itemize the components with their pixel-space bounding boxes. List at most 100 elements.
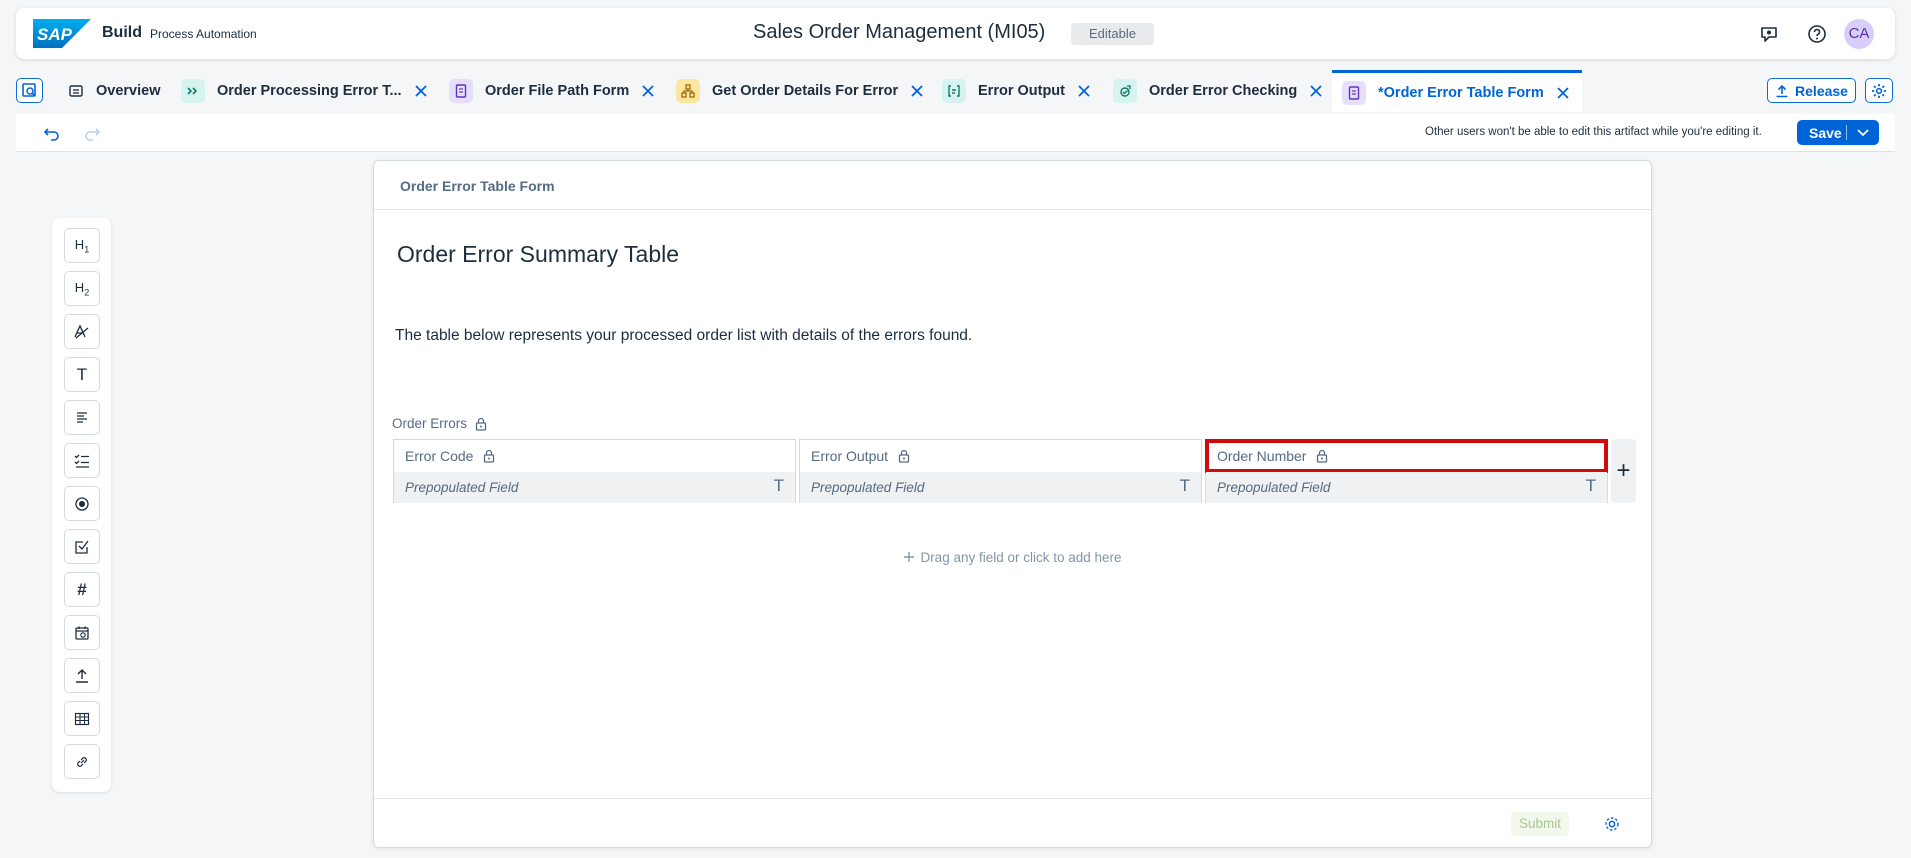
submit-button[interactable]: Submit [1511,812,1569,836]
link-icon [77,756,87,767]
upload-element-button[interactable] [64,658,100,693]
column-cell[interactable]: Prepopulated Field T [1206,472,1607,503]
table-column-error-code[interactable]: Error Code Prepopulated Field T [393,439,796,503]
text-input-element-button[interactable]: T [64,357,100,392]
output-icon [942,79,966,103]
heading1-element-button[interactable]: H1 [64,228,100,263]
radio-element-button[interactable] [64,486,100,521]
close-icon[interactable] [414,84,428,98]
drop-hint-text: Drag any field or click to add here [920,550,1122,565]
column-header[interactable]: Error Output [800,440,1201,472]
radio-icon [75,496,89,511]
undo-icon[interactable] [42,123,62,143]
release-button[interactable]: Release [1767,78,1856,103]
paragraph-element-button[interactable] [64,400,100,435]
number-icon: # [77,579,87,599]
brand-name: Build [102,24,142,41]
process-icon [181,79,205,103]
help-icon[interactable] [1806,23,1828,45]
table-icon [74,712,90,725]
link-element-button[interactable] [64,744,100,779]
save-button[interactable]: Save [1797,120,1879,145]
column-header-label: Order Number [1217,448,1307,464]
tab-order-file-path-form[interactable]: Order File Path Form [449,70,655,112]
table-label-text: Order Errors [392,416,468,431]
column-header-selected[interactable]: Order Number [1205,439,1608,473]
tab-overview-toggle-button[interactable] [16,78,43,103]
tab-error-output[interactable]: Error Output [942,70,1091,112]
plus-icon: + [1616,457,1631,484]
tab-overview[interactable]: Overview [68,70,161,112]
tab-order-error-table-form[interactable]: *Order Error Table Form [1332,70,1582,112]
tab-label: Get Order Details For Error [712,83,899,99]
tab-order-error-checking[interactable]: Order Error Checking [1113,70,1323,112]
checkbox-element-button[interactable] [64,529,100,564]
form-icon [1342,80,1366,105]
form-description-paragraph[interactable]: The table below represents your processe… [395,327,972,345]
shell-bar: SAP Build Process Automation Sales Order… [16,8,1895,59]
lock-icon [898,449,910,463]
divider [1846,125,1847,140]
sap-logo[interactable]: SAP [33,19,91,48]
save-label: Save [1809,124,1842,141]
number-element-button[interactable]: # [64,572,100,607]
form-title-heading[interactable]: Order Error Summary Table [397,241,679,268]
close-icon[interactable] [1556,86,1570,100]
text-style-element-button[interactable] [64,314,100,349]
column-header-label: Error Code [405,448,474,464]
form-icon [449,79,473,103]
lock-icon [475,417,487,431]
lock-icon [1317,449,1328,463]
close-icon[interactable] [910,84,924,98]
heading2-element-button[interactable]: H2 [64,271,100,306]
checkbox-icon [75,540,89,554]
tab-label: Overview [96,83,161,99]
cell-placeholder: Prepopulated Field [1217,480,1331,495]
tab-order-processing[interactable]: Order Processing Error T... [181,70,428,112]
user-avatar[interactable]: CA [1844,19,1874,49]
column-cell[interactable]: Prepopulated Field T [394,472,795,503]
table-label[interactable]: Order Errors [392,416,487,431]
form-footer: Submit [374,798,1651,848]
paragraph-icon [77,411,87,423]
edit-lock-message: Other users won't be able to edit this a… [1425,126,1762,138]
table-element-button[interactable] [64,701,100,736]
checklist-element-button[interactable] [64,443,100,478]
project-title: Sales Order Management (MI05) [753,21,1046,43]
heading2-icon: H2 [74,279,90,298]
cell-placeholder: Prepopulated Field [811,480,925,495]
column-header-label: Error Output [811,448,889,464]
status-badge: Editable [1071,23,1154,45]
release-label: Release [1795,82,1848,99]
table-column-order-number[interactable]: Order Number Prepopulated Field T [1205,439,1608,503]
feedback-icon[interactable] [1758,23,1780,45]
text-input-icon: T [76,364,88,384]
close-icon[interactable] [1309,84,1323,98]
settings-button[interactable] [1865,78,1893,103]
product-name: Process Automation [150,27,257,41]
column-header[interactable]: Error Code [394,440,795,472]
add-column-button[interactable]: + [1611,439,1636,503]
close-icon[interactable] [1077,84,1091,98]
heading1-icon: H1 [74,236,90,255]
tab-label: Order File Path Form [485,83,630,99]
table-column-error-output[interactable]: Error Output Prepopulated Field T [799,439,1202,503]
tab-label: Error Output [978,83,1065,99]
upload-icon [1776,84,1788,97]
lock-icon [484,449,495,463]
close-icon[interactable] [641,84,655,98]
date-element-button[interactable] [64,615,100,650]
tab-label: Order Error Checking [1149,83,1298,99]
overview-icon [69,85,83,97]
upload-icon [76,668,88,683]
element-palette: H1 H2 T # [52,218,111,792]
checklist-icon [74,454,89,468]
add-field-drop-zone[interactable]: Drag any field or click to add here [374,550,1651,565]
chevron-down-icon[interactable] [1847,128,1879,137]
cell-placeholder: Prepopulated Field [405,480,519,495]
gear-icon[interactable] [1603,815,1621,833]
redo-icon[interactable] [82,123,102,143]
tab-get-order-details[interactable]: Get Order Details For Error [676,70,924,112]
text-type-icon: T [773,476,784,495]
column-cell[interactable]: Prepopulated Field T [800,472,1201,503]
